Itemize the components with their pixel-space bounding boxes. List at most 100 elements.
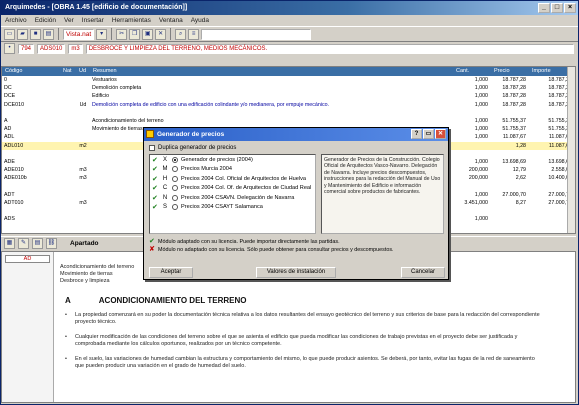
table-icon[interactable]: ▤ <box>32 238 43 249</box>
grid-header: Código Nat Ud Resumen Cant. Precio Impor… <box>2 67 575 76</box>
row-code: AD <box>4 126 12 133</box>
row-price: 18.787,28 <box>502 85 526 92</box>
table-row[interactable]: DCE Edificio 1,000 18.787,28 18.787,28 <box>2 92 575 100</box>
adapted-check-icon: ✔ <box>149 238 155 245</box>
row-price: 18.787,28 <box>502 77 526 83</box>
row-unit <box>76 84 90 92</box>
spec-tab[interactable]: AD <box>5 255 50 263</box>
row-unit <box>76 109 90 117</box>
checkbox-icon[interactable] <box>149 145 155 151</box>
minimize-button[interactable]: _ <box>538 3 550 13</box>
record-code[interactable]: ADS010 <box>37 43 66 54</box>
duplicate-checkbox[interactable]: Duplica generador de precios <box>149 145 236 151</box>
book-icon[interactable]: ▦ <box>4 238 15 249</box>
row-nature <box>60 125 76 133</box>
row-unit <box>76 207 90 215</box>
col-price[interactable]: Precio <box>491 67 529 76</box>
row-nature <box>60 117 76 125</box>
option-radio[interactable] <box>172 194 178 201</box>
check-icon: ✔ <box>152 156 158 164</box>
close-button[interactable]: × <box>564 3 576 13</box>
zoom-icon[interactable]: ⌕ <box>175 28 187 40</box>
check-icon: ✔ <box>152 175 158 183</box>
find-icon[interactable]: ≡ <box>188 28 200 40</box>
toolbar-separator <box>111 28 113 40</box>
dialog-help-button[interactable]: ? <box>411 129 422 139</box>
edit-icon[interactable]: ✎ <box>18 238 29 249</box>
record-unit[interactable]: m3 <box>68 43 83 54</box>
option-radio[interactable] <box>172 185 178 192</box>
cancel-button[interactable]: Cancelar <box>401 267 445 278</box>
spec-bullet-text: En el suelo, las variaciones de humedad … <box>74 356 535 369</box>
row-nature <box>60 166 76 174</box>
paste-icon[interactable]: ▣ <box>142 28 154 40</box>
copy-icon[interactable]: ❐ <box>129 28 141 40</box>
col-qty[interactable]: Cant. <box>453 67 491 76</box>
row-quantity: 3.451,000 <box>464 199 488 206</box>
grid-scrollbar[interactable] <box>567 67 575 233</box>
col-summary[interactable]: Resumen <box>90 67 453 76</box>
spec-bullet-text: Cualquier modificación de las condicione… <box>74 334 518 347</box>
menu-ayuda[interactable]: Ayuda <box>191 15 209 26</box>
table-row[interactable]: DC Demolición completa 1,000 18.787,28 18.78… <box>2 84 575 92</box>
row-summary: Acondicionamiento del terreno <box>92 117 164 124</box>
option-radio[interactable] <box>172 166 178 173</box>
cut-icon[interactable]: ✂ <box>116 28 128 40</box>
option-radio[interactable] <box>172 156 178 163</box>
row-price: 27.000,70 <box>502 191 526 198</box>
row-price: 2,62 <box>515 175 526 182</box>
menu-ventana[interactable]: Ventana <box>159 15 183 26</box>
row-unit <box>76 158 90 166</box>
delete-icon[interactable]: ✕ <box>155 28 167 40</box>
dialog-info-button[interactable]: ▭ <box>423 129 434 139</box>
new-file-icon[interactable]: ▭ <box>4 28 15 40</box>
view-combo[interactable]: Vista.nat <box>63 28 95 40</box>
install-values-button[interactable]: Valores de instalación <box>256 267 336 278</box>
row-code: DCE <box>4 93 16 100</box>
table-row[interactable]: A Acondicionamiento del terreno 1,000 51.75… <box>2 117 575 125</box>
option-radio[interactable] <box>172 204 178 211</box>
col-ud[interactable]: Ud <box>76 67 90 76</box>
database-option[interactable]: ✔ C Precios 2004 Col. Of. de Arquitectos d… <box>150 184 315 194</box>
check-icon: ✔ <box>152 185 158 193</box>
table-row[interactable] <box>2 109 575 117</box>
spec-bullet: • Cualquier modificación de las condicion… <box>65 334 560 348</box>
row-summary: Vestuarios <box>92 77 117 83</box>
section-letter: A <box>65 296 71 305</box>
row-price: 18.787,28 <box>502 93 526 100</box>
database-option[interactable]: ✔ M Precios Murcia 2004 <box>150 165 315 175</box>
record-icon[interactable]: • <box>4 43 15 54</box>
save-icon[interactable]: ■ <box>30 28 41 40</box>
option-radio[interactable] <box>172 175 178 182</box>
menu-herramientas[interactable]: Herramientas <box>112 15 151 26</box>
table-row[interactable]: DCE010 Ud Demolición completa de edificio … <box>2 101 575 109</box>
legend-adapted: Módulo adaptado con su licencia. Puede i… <box>158 239 340 245</box>
row-quantity <box>453 142 491 150</box>
record-description[interactable]: DESBROCE Y LIMPIEZA DEL TERRENO, MEDIOS … <box>85 43 574 54</box>
print-icon[interactable]: ▤ <box>43 28 54 40</box>
database-option[interactable]: ✔ N Precios 2004 CSAVN. Delegación de Nava… <box>150 193 315 203</box>
maximize-button[interactable]: □ <box>551 3 563 13</box>
database-option[interactable]: ✔ H Precios 2004 Col. Oficial de Arquitect… <box>150 174 315 184</box>
dropdown-icon[interactable]: ▾ <box>96 28 108 40</box>
link-icon[interactable]: ⛓ <box>46 238 57 249</box>
menu-archivo[interactable]: Archivo <box>5 15 27 26</box>
menu-insertar[interactable]: Insertar <box>82 15 104 26</box>
table-row[interactable]: 0 Vestuarios 1,000 18.787,28 18.787,28 <box>2 76 575 84</box>
menu-edicion[interactable]: Edición <box>35 15 56 26</box>
database-icon: M <box>162 166 168 173</box>
database-option[interactable]: ✔ X Generador de precios (2004) <box>150 155 315 165</box>
row-unit: m3 <box>79 167 87 174</box>
search-input[interactable] <box>201 28 312 40</box>
price-generator-dialog: Generador de precios ? ▭ ✕ Duplica gener… <box>143 127 449 280</box>
accept-button[interactable]: Aceptar <box>149 267 193 278</box>
col-code[interactable]: Código <box>2 67 60 76</box>
col-nat[interactable]: Nat <box>60 67 76 76</box>
window-title: Arquimedes - [OBRA 1.45 [edificio de doc… <box>5 4 188 11</box>
open-folder-icon[interactable]: ▰ <box>17 28 28 40</box>
dialog-close-button[interactable]: ✕ <box>435 129 446 139</box>
record-number[interactable]: 794 <box>18 43 35 54</box>
database-option[interactable]: ✔ S Precios 2004 CSAYT Salamanca <box>150 203 315 213</box>
row-code: ADE <box>4 158 15 165</box>
menu-ver[interactable]: Ver <box>64 15 74 26</box>
